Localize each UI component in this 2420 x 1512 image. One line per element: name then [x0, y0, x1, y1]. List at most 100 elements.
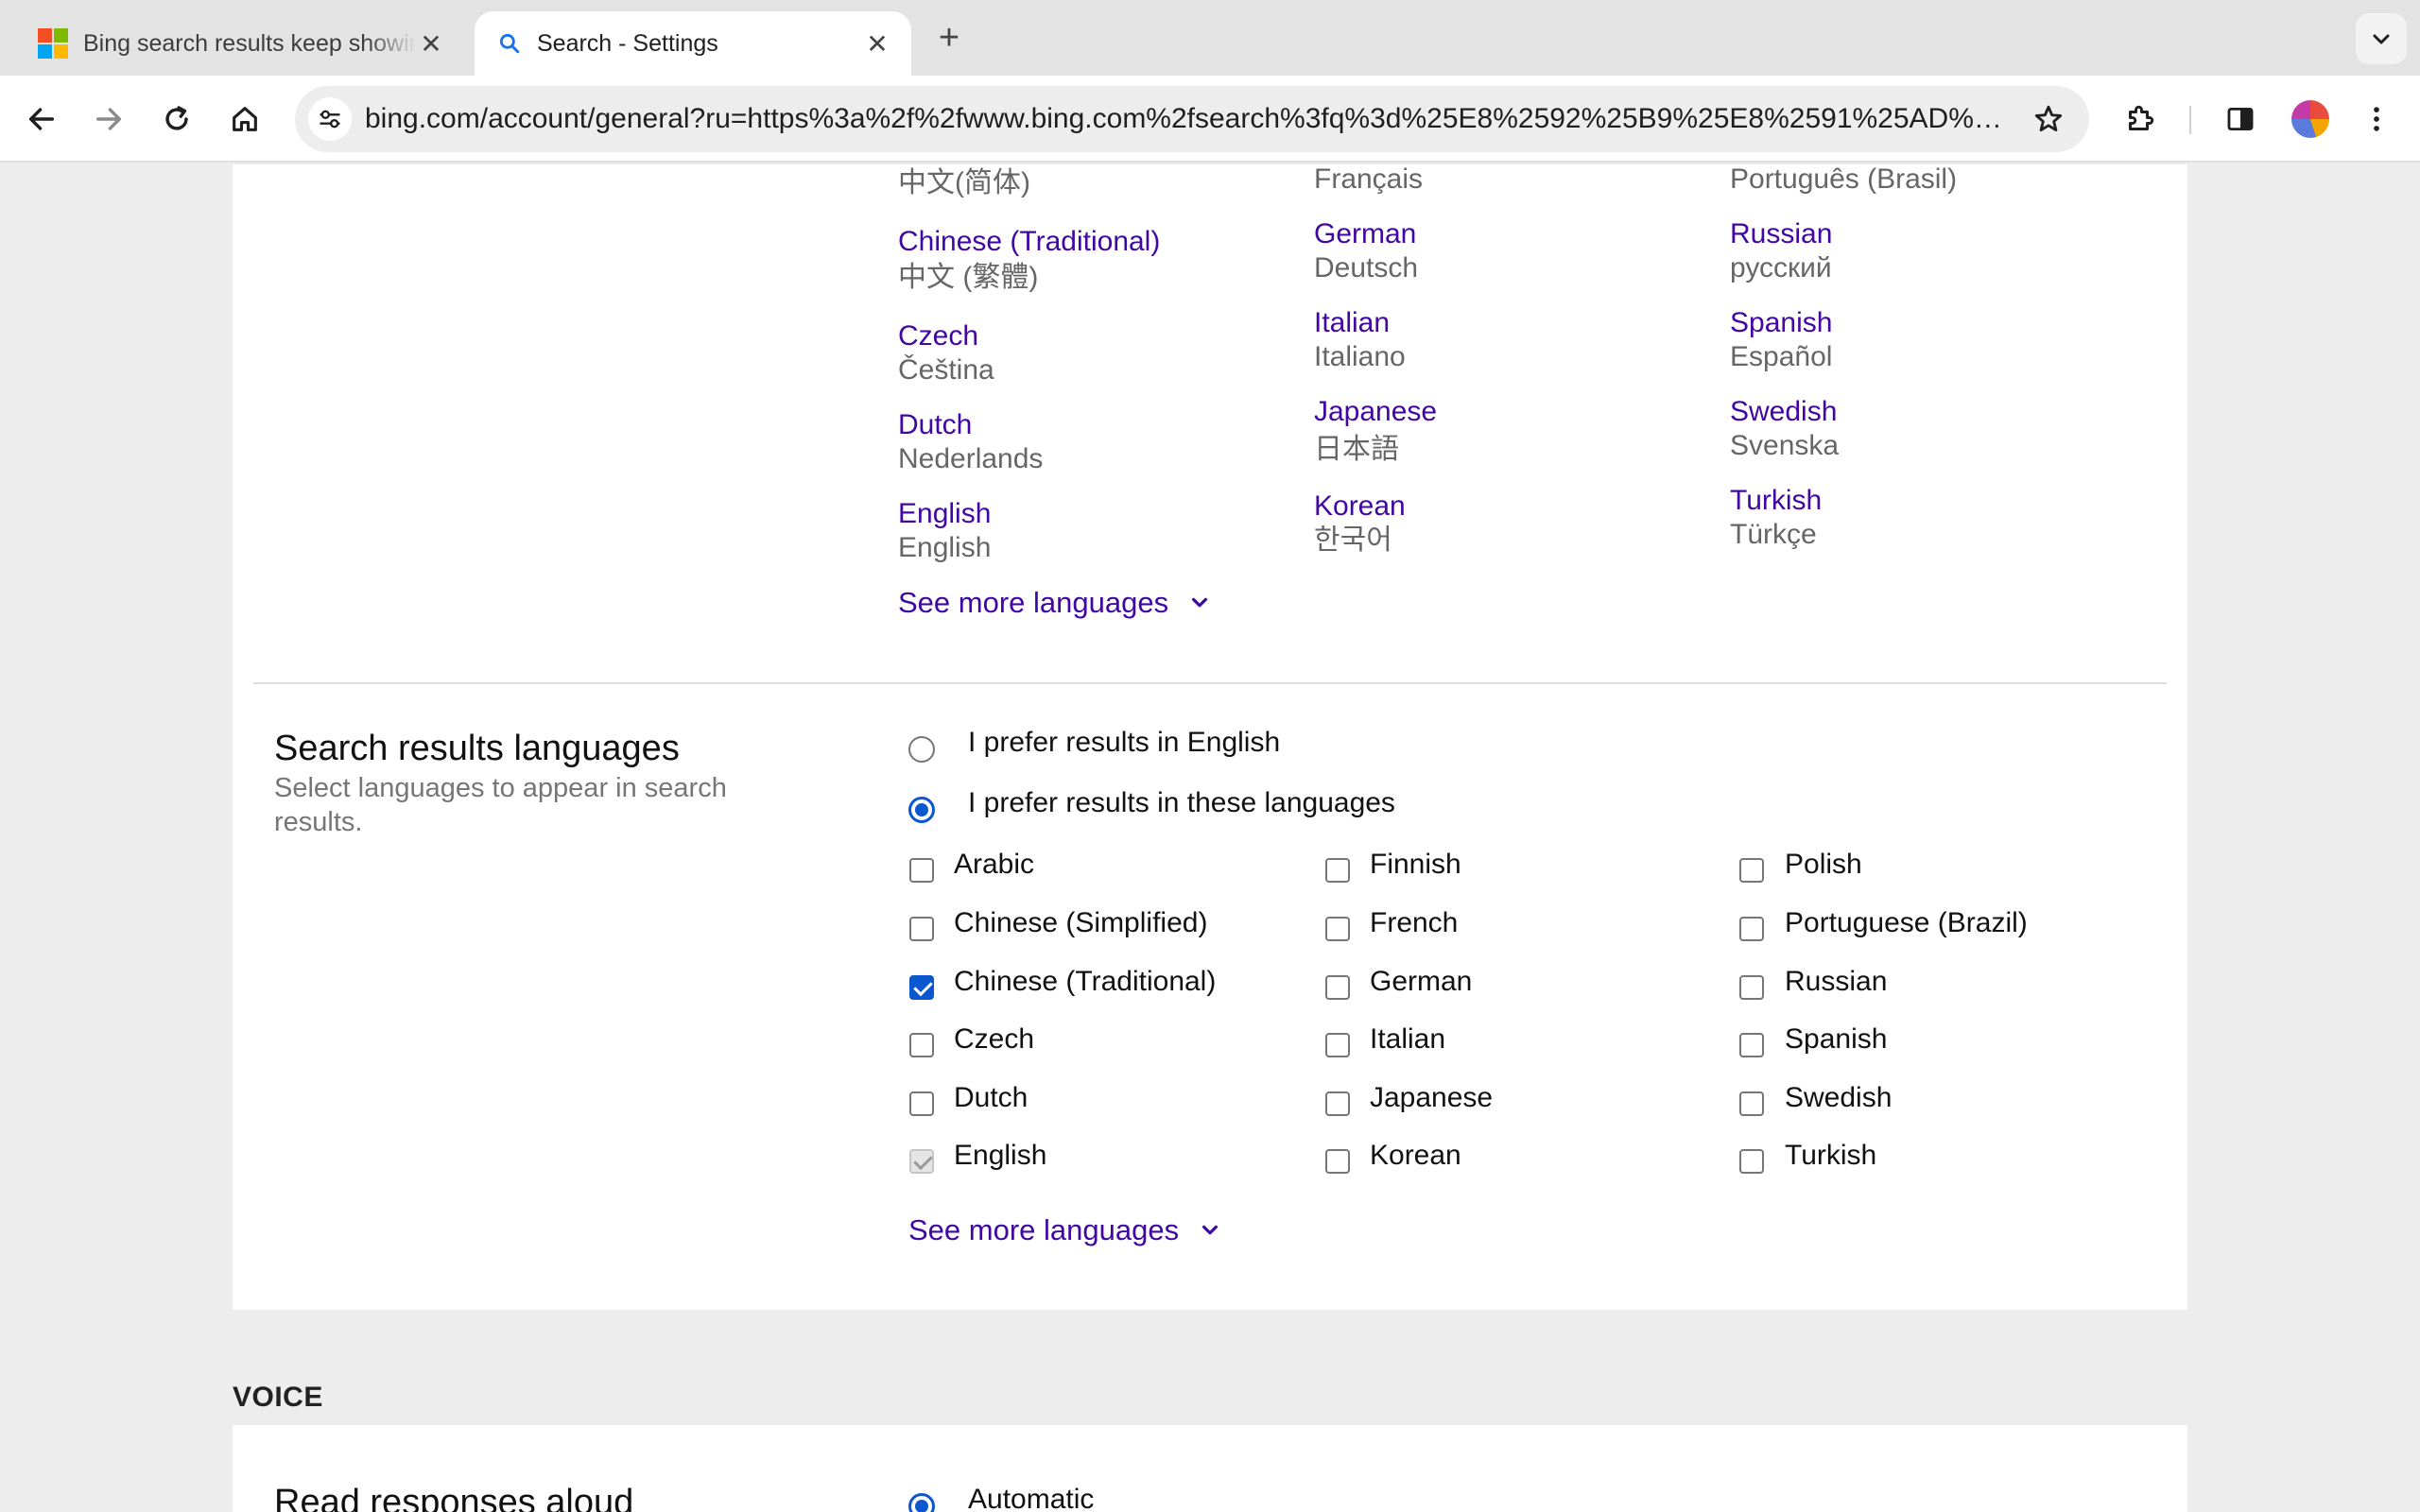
see-more-label: See more languages [908, 1213, 1180, 1246]
checkbox-label[interactable]: Polish [1785, 848, 1862, 882]
kebab-menu-icon [2374, 107, 2379, 131]
reload-icon [165, 106, 188, 130]
chevron-down-icon [2373, 34, 2390, 44]
checkbox-finnish[interactable] [1325, 858, 1350, 883]
language-option-link[interactable]: Chinese (Traditional) [898, 225, 1160, 259]
checkbox-arabic[interactable] [909, 858, 934, 883]
star-icon [2034, 105, 2063, 132]
language-native-name: Türkçe [1730, 519, 1817, 550]
see-more-results-languages-link[interactable]: See more languages [908, 1213, 1220, 1247]
side-panel-icon [2227, 107, 2254, 131]
checkbox-italian[interactable] [1325, 1033, 1350, 1057]
checkbox-chinese-simplified[interactable] [909, 917, 934, 941]
section-title: Search results languages [274, 729, 680, 768]
checkbox-label[interactable]: Italian [1370, 1022, 1445, 1057]
checkbox-swedish[interactable] [1739, 1091, 1764, 1116]
close-icon[interactable]: ✕ [416, 28, 446, 59]
checkbox-label[interactable]: Chinese (Simplified) [954, 906, 1207, 940]
forward-button[interactable] [86, 96, 131, 142]
checkbox-label[interactable]: Korean [1370, 1139, 1461, 1173]
voice-setting-title: Read responses aloud [274, 1483, 634, 1512]
home-button[interactable] [222, 96, 268, 142]
address-bar[interactable]: bing.com/account/general?ru=https%3a%2f%… [295, 86, 2089, 152]
search-icon [499, 33, 520, 54]
checkbox-polish[interactable] [1739, 858, 1764, 883]
side-panel-button[interactable] [2218, 96, 2263, 142]
tab-title: Search - Settings [537, 29, 718, 57]
checkbox-french[interactable] [1325, 917, 1350, 941]
checkbox-label[interactable]: Portuguese (Brazil) [1785, 906, 2028, 940]
language-native-name: Čeština [898, 354, 994, 386]
checkbox-label[interactable]: Chinese (Traditional) [954, 965, 1216, 999]
checkbox-chinese-traditional[interactable] [909, 975, 934, 1000]
new-tab-button[interactable]: + [930, 18, 968, 58]
checkbox-czech[interactable] [909, 1033, 934, 1057]
checkbox-label[interactable]: Swedish [1785, 1081, 1892, 1115]
radio-label[interactable]: I prefer results in English [968, 726, 1280, 760]
language-option-link[interactable]: Japanese [1314, 395, 1437, 429]
language-option-link[interactable]: Swedish [1730, 395, 1837, 429]
language-option-link[interactable]: Korean [1314, 490, 1406, 524]
language-option-link[interactable]: Russian [1730, 217, 1832, 251]
bookmark-button[interactable] [2029, 99, 2068, 139]
checkbox-japanese[interactable] [1325, 1091, 1350, 1116]
language-native-name: Español [1730, 341, 1833, 372]
language-native-name: 中文 (繁體) [898, 262, 1039, 293]
tab-search-button[interactable] [2356, 13, 2407, 64]
language-native-name: русский [1730, 252, 1832, 284]
checkbox-label[interactable]: French [1370, 906, 1458, 940]
checkbox-label[interactable]: Turkish [1785, 1139, 1876, 1173]
language-native-name: Français [1314, 163, 1424, 195]
language-native-name: 日本語 [1314, 434, 1399, 465]
extensions-button[interactable] [2118, 96, 2163, 142]
language-option-link[interactable]: German [1314, 217, 1416, 251]
radio-automatic[interactable] [908, 1493, 935, 1512]
voice-section-header: VOICE [233, 1382, 323, 1413]
checkbox-spanish[interactable] [1739, 1033, 1764, 1057]
menu-button[interactable] [2354, 96, 2399, 142]
tab-bing-help[interactable]: Bing search results keep showing Chinese… [15, 11, 465, 76]
checkbox-label[interactable]: Japanese [1370, 1081, 1493, 1115]
checkbox-english [909, 1149, 934, 1174]
language-option-link[interactable]: Italian [1314, 306, 1390, 340]
checkbox-label[interactable]: German [1370, 965, 1472, 999]
radio-prefer-english[interactable] [908, 736, 935, 763]
profile-avatar[interactable] [2291, 100, 2329, 138]
checkbox-german[interactable] [1325, 975, 1350, 1000]
checkbox-label[interactable]: Spanish [1785, 1022, 1887, 1057]
url-text[interactable]: bing.com/account/general?ru=https%3a%2f%… [365, 103, 2010, 135]
radio-label[interactable]: I prefer results in these languages [968, 786, 1395, 820]
checkbox-russian[interactable] [1739, 975, 1764, 1000]
checkbox-label[interactable]: Russian [1785, 965, 1887, 999]
reload-button[interactable] [154, 96, 199, 142]
close-icon[interactable]: ✕ [862, 28, 892, 59]
back-button[interactable] [19, 96, 64, 142]
language-native-name: Português (Brasil) [1730, 163, 1958, 195]
checkbox-label[interactable]: Dutch [954, 1081, 1028, 1115]
language-option-link[interactable]: English [898, 497, 991, 531]
tab-strip: Bing search results keep showing Chinese… [0, 0, 2420, 76]
language-native-name: Nederlands [898, 443, 1044, 474]
radio-label[interactable]: Automatic [968, 1484, 1094, 1512]
see-more-label: See more languages [898, 586, 1169, 619]
toolbar-separator [2189, 106, 2191, 134]
checkbox-korean[interactable] [1325, 1149, 1350, 1174]
site-info-button[interactable] [308, 97, 352, 141]
language-option-link[interactable]: Spanish [1730, 306, 1832, 340]
checkbox-label[interactable]: Finnish [1370, 848, 1461, 882]
see-more-languages-link[interactable]: See more languages [898, 586, 1210, 620]
checkbox-portuguese-brazil[interactable] [1739, 917, 1764, 941]
checkbox-turkish[interactable] [1739, 1149, 1764, 1174]
chevron-down-icon [1192, 597, 1208, 608]
language-option-link[interactable]: Dutch [898, 408, 972, 442]
section-divider [253, 682, 2167, 684]
home-icon [233, 107, 257, 131]
tab-search-settings[interactable]: Search - Settings ✕ [475, 11, 911, 76]
language-option-link[interactable]: Czech [898, 319, 978, 353]
radio-prefer-these-languages[interactable] [908, 797, 935, 823]
checkbox-dutch[interactable] [909, 1091, 934, 1116]
language-option-link[interactable]: Turkish [1730, 484, 1822, 518]
checkbox-label[interactable]: Czech [954, 1022, 1034, 1057]
checkbox-label[interactable]: Arabic [954, 848, 1034, 882]
language-native-name: Italiano [1314, 341, 1406, 372]
